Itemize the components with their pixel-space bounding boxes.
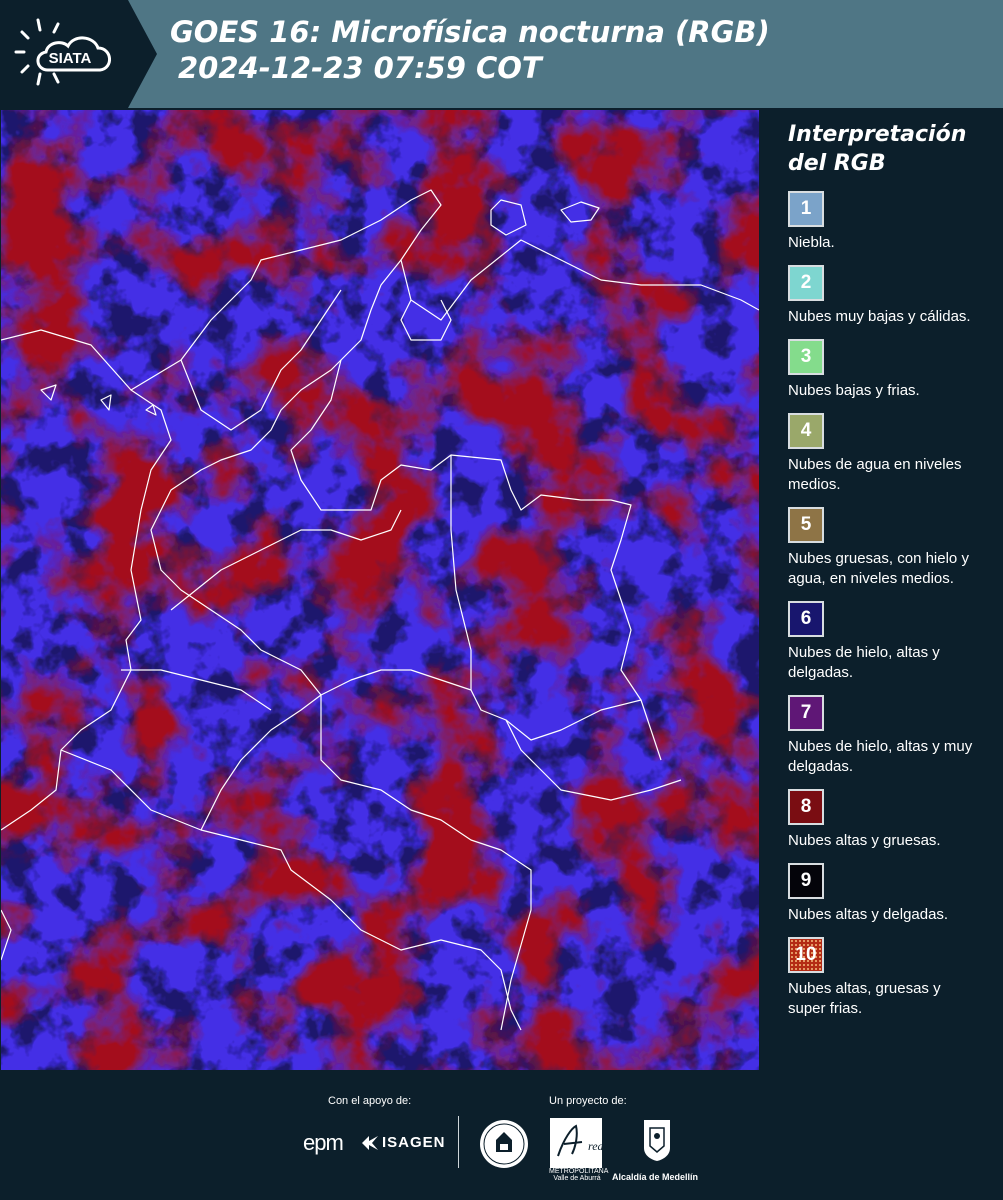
legend: Interpretación del RGB 1 Niebla. 2 Nubes mu… [760,110,1003,1070]
amva-text: METROPOLITANA Valle de Aburrá [549,1168,609,1182]
project-label: Un proyecto de: [549,1095,627,1107]
svg-text:rea: rea [588,1139,602,1153]
legend-label: Nubes altas y gruesas. [788,832,941,849]
legend-title-line-1: Interpretación [788,122,967,147]
seal-icon [480,1120,528,1168]
legend-item: 5 Nubes gruesas, con hielo y agua, en niv… [788,507,1003,589]
legend-label: Nubes de hielo, altas y delgadas. [788,644,940,681]
legend-items: 1 Niebla. 2 Nubes muy bajas y cálidas. 3 Nube… [788,191,1003,1019]
legend-item: 6 Nubes de hielo, altas y delgadas. [788,601,1003,683]
legend-item: 7 Nubes de hielo, altas y muy delgadas. [788,695,1003,777]
siata-logo-text: SIATA [49,50,92,67]
satellite-map [1,110,759,1070]
legend-label: Nubes de hielo, altas y muy delgadas. [788,738,973,775]
legend-swatch: 3 [788,339,824,375]
legend-label: Nubes altas, gruesas y super frias. [788,980,941,1017]
legend-swatch: 6 [788,601,824,637]
satellite-map-image [1,110,759,1070]
footer: Con el apoyo de: Un proyecto de: epm ISA… [0,1070,1003,1200]
legend-item: 1 Niebla. [788,191,1003,253]
legend-label: Nubes de agua en niveles medios. [788,456,962,493]
legend-swatch: 9 [788,863,824,899]
medellin-shield-icon [644,1120,670,1161]
title-line-2: 2024-12-23 07:59 COT [178,51,542,85]
legend-item: 10 Nubes altas, gruesas y super frias. [788,937,1003,1019]
legend-item: 2 Nubes muy bajas y cálidas. [788,265,1003,327]
medellin-text: Alcaldía de Medellín [612,1172,699,1182]
legend-label: Nubes gruesas, con hielo y agua, en nive… [788,550,969,587]
legend-item: 9 Nubes altas y delgadas. [788,863,1003,925]
legend-item: 3 Nubes bajas y frias. [788,339,1003,401]
legend-item: 8 Nubes altas y gruesas. [788,789,1003,851]
header: SIATA GOES 16: Microfísica nocturna (RGB… [0,0,1003,108]
legend-title: Interpretación del RGB [788,120,1003,178]
epm-logo: epm [303,1130,344,1155]
legend-label: Niebla. [788,234,835,251]
legend-label: Nubes altas y delgadas. [788,906,949,923]
legend-swatch: 2 [788,265,824,301]
support-label: Con el apoyo de: [328,1095,412,1107]
legend-label: Nubes muy bajas y cálidas. [788,308,971,325]
legend-title-line-2: del RGB [788,151,886,176]
isagen-logo: ISAGEN [382,1134,446,1151]
isagen-icon [362,1136,378,1150]
legend-label: Nubes bajas y frias. [788,382,920,399]
siata-logo: SIATA [14,18,111,86]
legend-item: 4 Nubes de agua en niveles medios. [788,413,1003,495]
amva-logo: rea [550,1118,602,1168]
legend-swatch: 4 [788,413,824,449]
page-title: GOES 16: Microfísica nocturna (RGB) 2024… [170,14,770,86]
legend-swatch: 8 [788,789,824,825]
legend-swatch: 7 [788,695,824,731]
legend-swatch: 10 [788,937,824,973]
title-line-1: GOES 16: Microfísica nocturna (RGB) [170,15,770,49]
footer-divider [458,1116,459,1168]
legend-swatch: 1 [788,191,824,227]
legend-swatch: 5 [788,507,824,543]
